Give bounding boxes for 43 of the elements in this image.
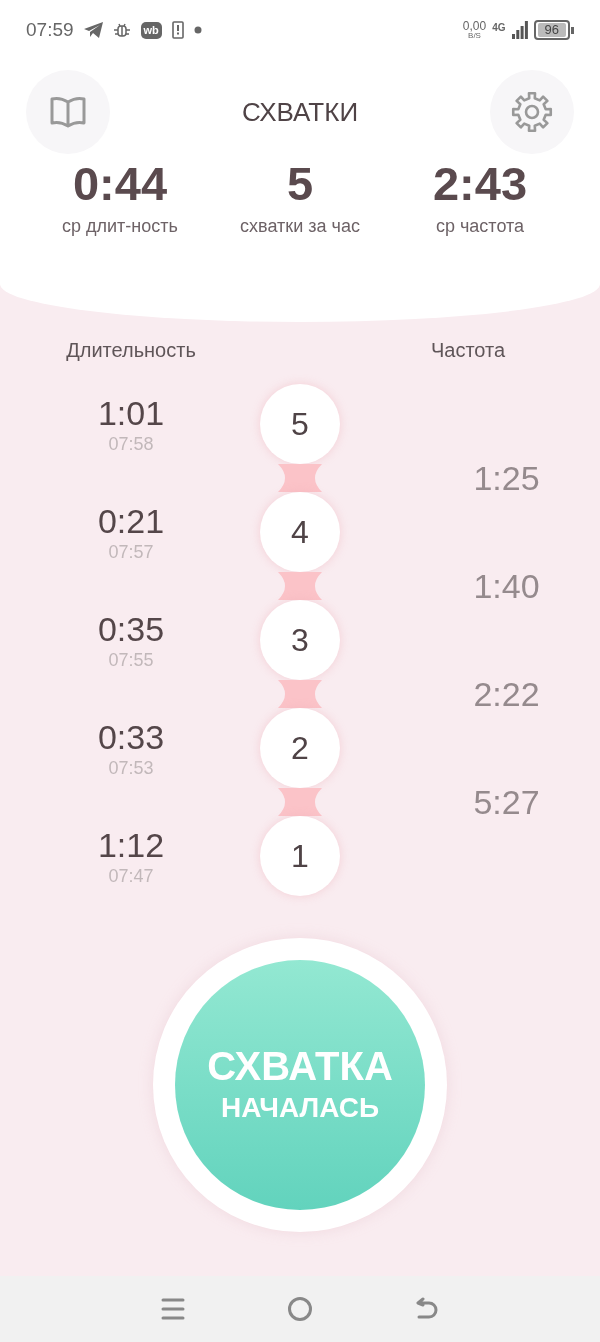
status-time: 07:59 xyxy=(26,19,74,41)
stat-label: ср частота xyxy=(434,215,526,238)
column-header: Частота xyxy=(429,338,507,362)
dot-icon xyxy=(193,26,202,34)
back-icon[interactable] xyxy=(415,1297,439,1321)
screen-title: СХВАТКИ xyxy=(241,96,359,128)
home-icon[interactable] xyxy=(287,1296,313,1322)
battery-level: 96 xyxy=(537,23,566,37)
stat-value: 0:44 xyxy=(71,156,169,212)
stat-label: ср длит-ность xyxy=(61,215,179,238)
app-badge: wb xyxy=(140,21,162,39)
duration-value: 1:12 xyxy=(97,825,165,865)
network-speed: 0,00 xyxy=(462,20,487,32)
stat-label: схватки за час xyxy=(240,215,360,238)
speed-unit: B/S xyxy=(468,32,481,40)
book-icon xyxy=(49,96,87,128)
paper-plane-icon xyxy=(83,22,103,38)
menu-icon[interactable] xyxy=(161,1297,185,1321)
network-type: 4G xyxy=(492,22,506,33)
contraction-number[interactable]: 3 xyxy=(260,600,340,680)
contraction-number[interactable]: 4 xyxy=(260,492,340,572)
frequency-value: 5:27 xyxy=(473,782,540,822)
settings-icon xyxy=(510,90,554,134)
contraction-number[interactable]: 2 xyxy=(260,708,340,788)
connector xyxy=(278,464,322,492)
connector xyxy=(278,572,322,600)
frequency-value: 1:25 xyxy=(473,458,540,498)
contraction-number[interactable]: 5 xyxy=(260,384,340,464)
duration-value: 0:33 xyxy=(97,717,165,757)
connector xyxy=(278,680,322,708)
stat-value: 2:43 xyxy=(431,156,529,212)
duration-value: 0:35 xyxy=(97,609,165,649)
phone-alert-icon xyxy=(171,21,184,39)
duration-value: 0:21 xyxy=(97,501,165,541)
duration-value: 1:01 xyxy=(97,393,165,433)
frequency-value: 2:22 xyxy=(473,674,540,714)
column-header: Длительность xyxy=(65,338,197,362)
signal-icon xyxy=(511,21,528,39)
stat-value: 5 xyxy=(285,156,315,212)
frequency-value: 1:40 xyxy=(473,566,540,606)
connector xyxy=(278,788,322,816)
bug-icon xyxy=(112,21,131,39)
contraction-number[interactable]: 1 xyxy=(260,816,340,896)
